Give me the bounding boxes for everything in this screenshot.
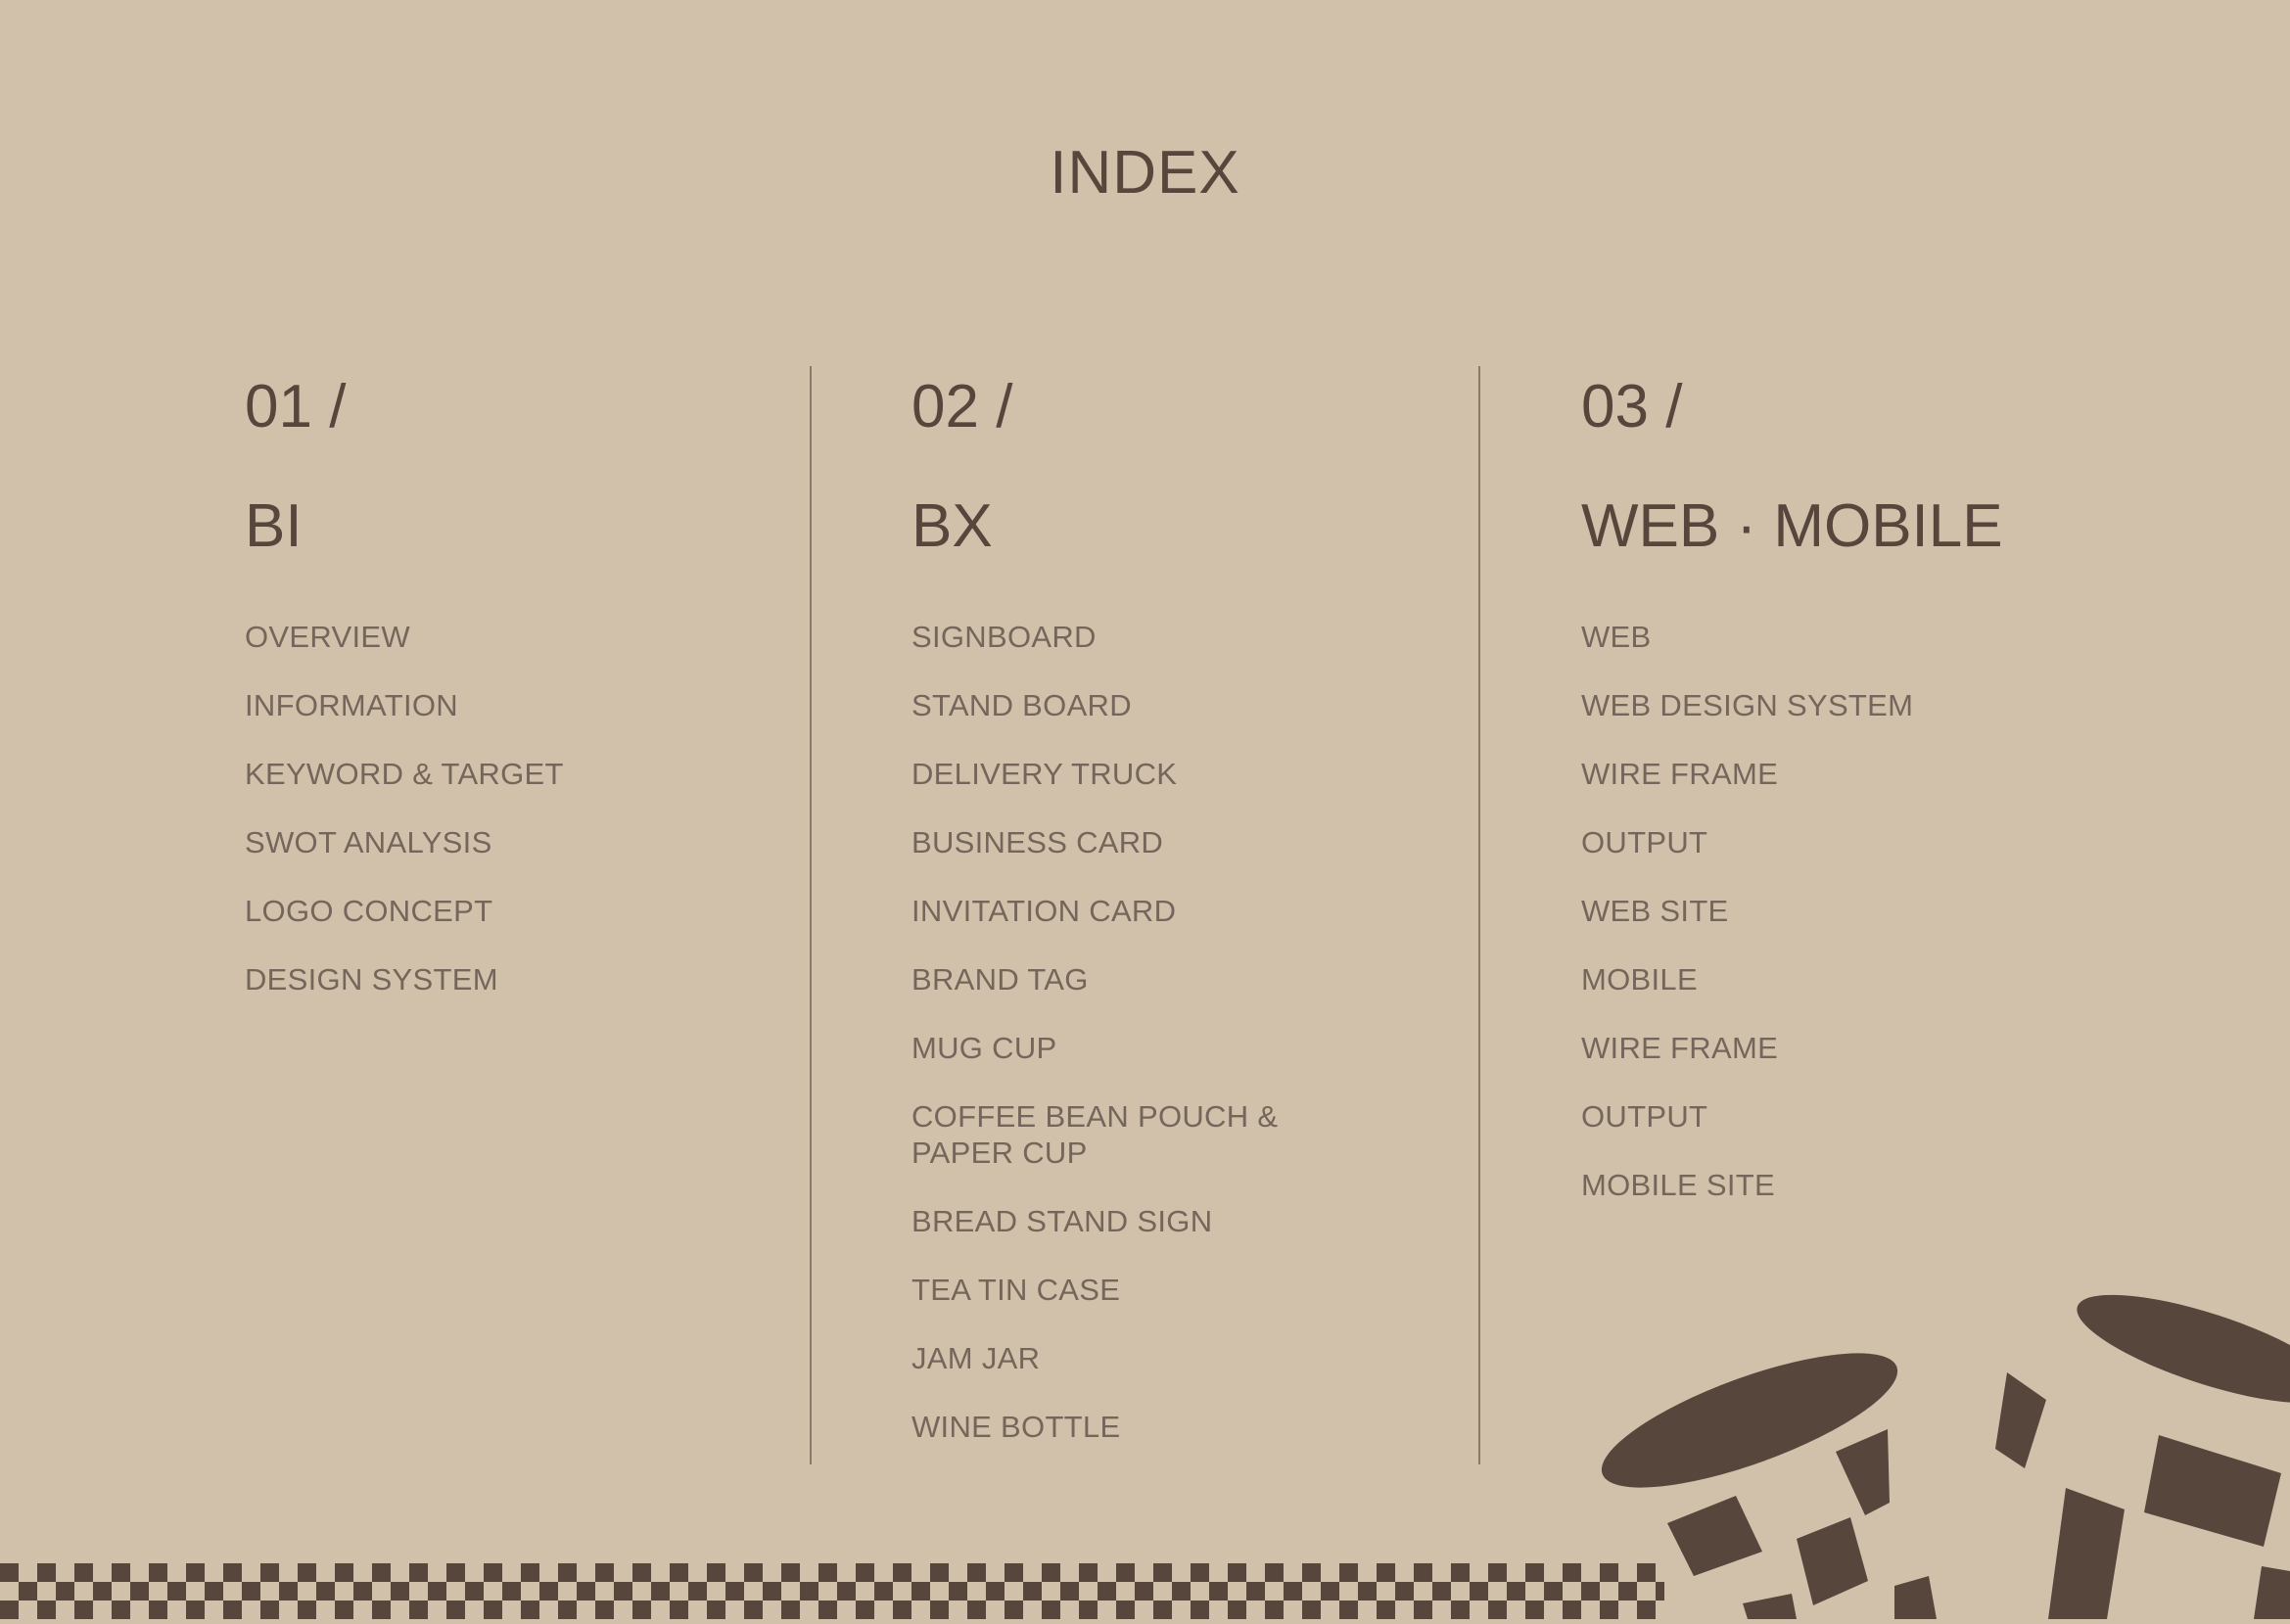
index-item[interactable]: BREAD STAND SIGN: [911, 1203, 1323, 1239]
index-item[interactable]: STAND BOARD: [911, 687, 1323, 723]
index-item[interactable]: OUTPUT: [1581, 824, 2003, 860]
section-title: BX: [911, 492, 993, 560]
page-title: INDEX: [1050, 139, 1240, 207]
section-bi: 01 / BI OVERVIEW INFORMATION KEYWORD & T…: [245, 377, 564, 1030]
index-item[interactable]: DELIVERY TRUCK: [911, 756, 1323, 792]
section-number: 01 /: [245, 373, 347, 441]
index-item[interactable]: WEB DESIGN SYSTEM: [1581, 687, 2003, 723]
index-item[interactable]: SWOT ANALYSIS: [245, 824, 564, 860]
index-item[interactable]: INVITATION CARD: [911, 893, 1323, 929]
index-item[interactable]: INFORMATION: [245, 687, 564, 723]
paper-cups-illustration: [1557, 1243, 2290, 1624]
index-item[interactable]: COFFEE BEAN POUCH & PAPER CUP: [911, 1098, 1323, 1171]
section-item-list: WEB WEB DESIGN SYSTEM WIRE FRAME OUTPUT …: [1581, 619, 2003, 1203]
index-item[interactable]: WINE BOTTLE: [911, 1409, 1323, 1445]
section-item-list: SIGNBOARD STAND BOARD DELIVERY TRUCK BUS…: [911, 619, 1323, 1445]
index-item[interactable]: WIRE FRAME: [1581, 756, 2003, 792]
column-divider: [1478, 366, 1480, 1464]
index-item[interactable]: WIRE FRAME: [1581, 1030, 2003, 1066]
index-item[interactable]: BUSINESS CARD: [911, 824, 1323, 860]
index-item[interactable]: BRAND TAG: [911, 961, 1323, 998]
index-item[interactable]: TEA TIN CASE: [911, 1272, 1323, 1308]
index-item[interactable]: WEB SITE: [1581, 893, 2003, 929]
section-number: 02 /: [911, 373, 1013, 441]
checkered-border: [0, 1563, 1664, 1619]
index-item[interactable]: MOBILE: [1581, 961, 2003, 998]
index-item[interactable]: MUG CUP: [911, 1030, 1323, 1066]
section-title: WEB · MOBILE: [1581, 492, 2003, 560]
index-item[interactable]: OUTPUT: [1581, 1098, 2003, 1135]
index-item[interactable]: MOBILE SITE: [1581, 1167, 2003, 1203]
index-item[interactable]: JAM JAR: [911, 1340, 1323, 1376]
index-item[interactable]: OVERVIEW: [245, 619, 564, 655]
index-item[interactable]: DESIGN SYSTEM: [245, 961, 564, 998]
column-divider: [810, 366, 812, 1464]
section-web-mobile: 03 / WEB · MOBILE WEB WEB DESIGN SYSTEM …: [1581, 377, 2003, 1235]
index-item[interactable]: LOGO CONCEPT: [245, 893, 564, 929]
index-item[interactable]: SIGNBOARD: [911, 619, 1323, 655]
index-item[interactable]: WEB: [1581, 619, 2003, 655]
section-title: BI: [245, 492, 303, 560]
section-bx: 02 / BX SIGNBOARD STAND BOARD DELIVERY T…: [911, 377, 1323, 1477]
section-number: 03 /: [1581, 373, 1683, 441]
section-item-list: OVERVIEW INFORMATION KEYWORD & TARGET SW…: [245, 619, 564, 998]
index-item[interactable]: KEYWORD & TARGET: [245, 756, 564, 792]
